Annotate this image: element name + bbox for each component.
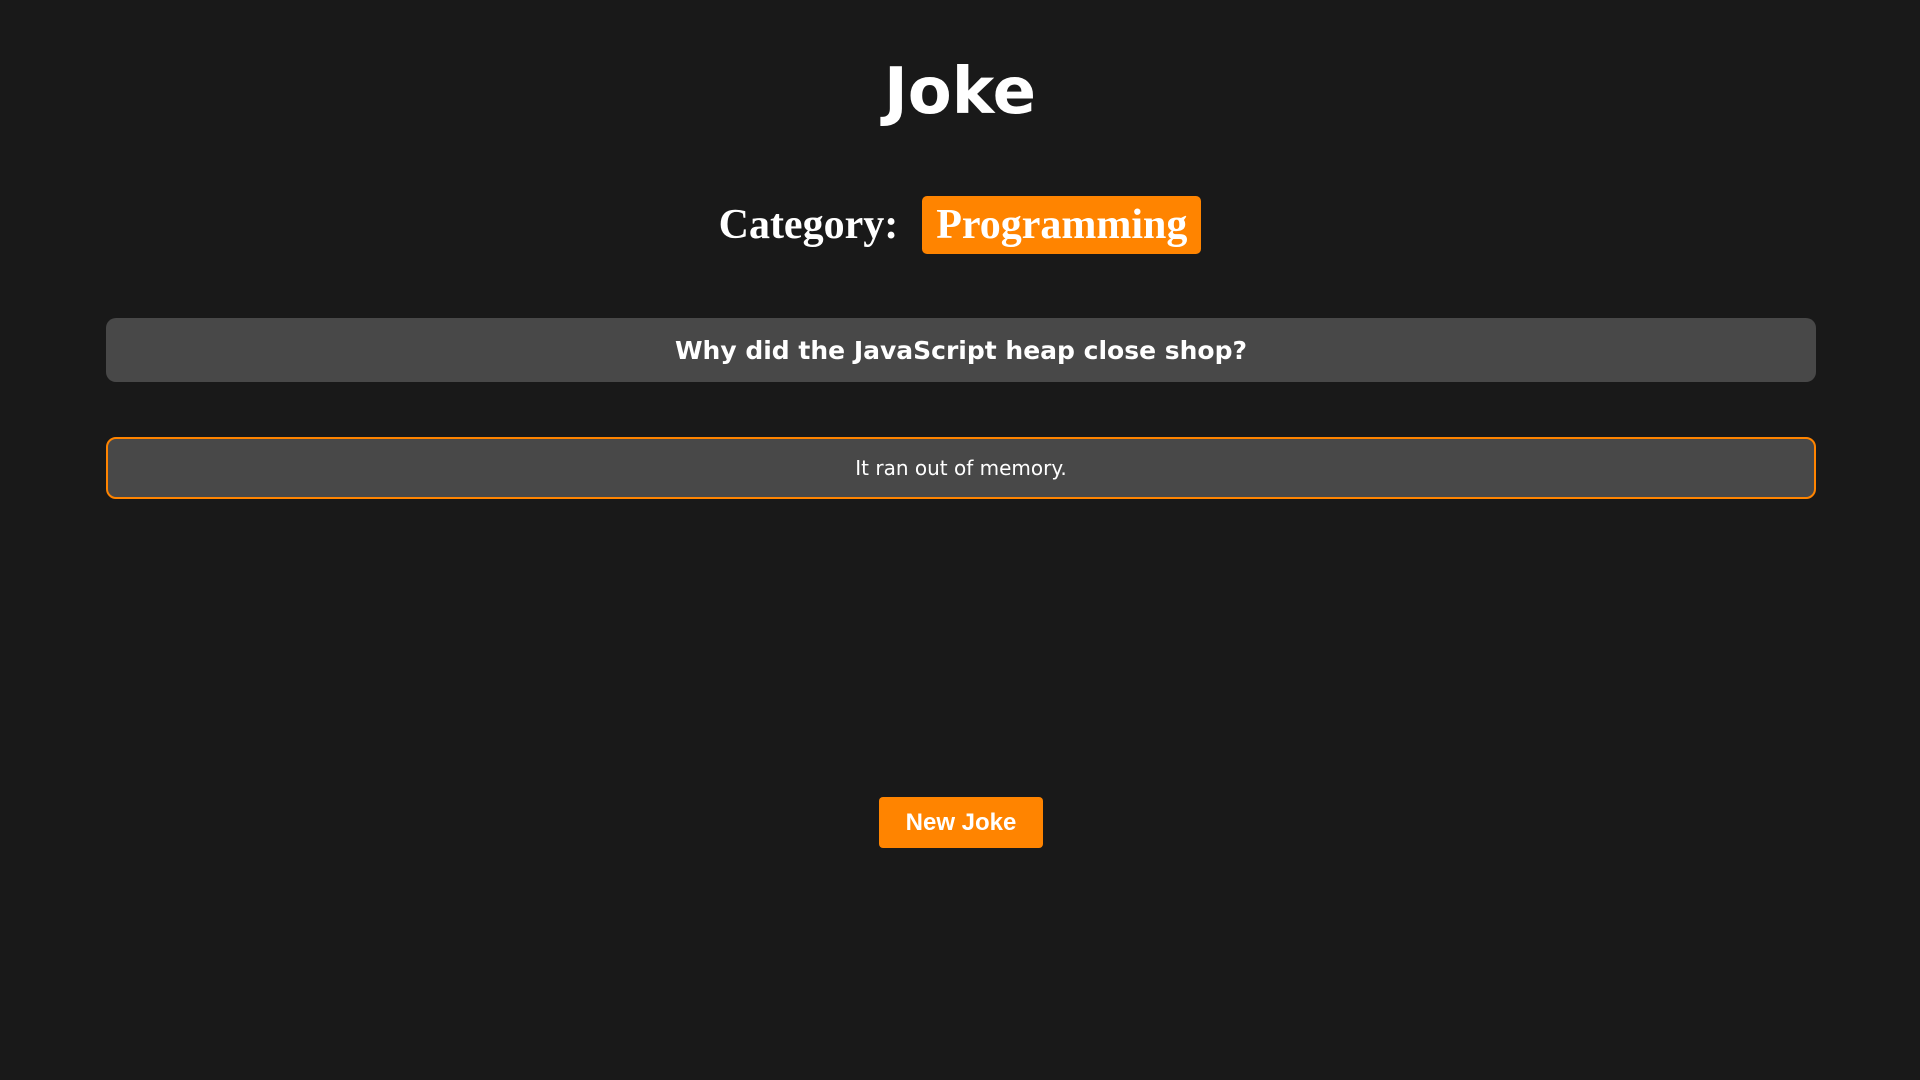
joke-delivery: It ran out of memory. — [106, 437, 1816, 499]
category-badge: Programming — [922, 196, 1202, 254]
category-label: Category: — [718, 202, 899, 248]
page-title: Joke — [883, 55, 1037, 129]
new-joke-button[interactable]: New Joke — [879, 797, 1043, 848]
joke-setup: Why did the JavaScript heap close shop? — [106, 318, 1816, 382]
category-row: Category: Programming — [0, 196, 1920, 254]
joke-page: Joke Category: Programming Why did the J… — [0, 0, 1920, 1080]
